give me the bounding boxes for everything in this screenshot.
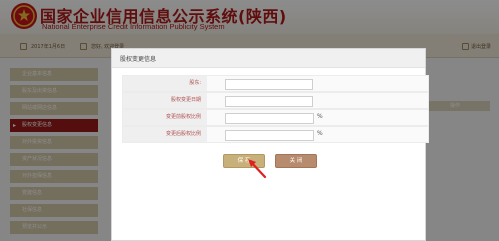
shareholder-input[interactable] [225,79,313,90]
ratio-before-percent: % [317,113,323,120]
ratio-after-input[interactable] [225,130,314,141]
change-date-label: 股权变更日期 [123,93,207,108]
ratio-after-label: 变更后股权比例 [123,127,207,142]
ratio-after-percent: % [317,130,323,137]
change-date-input[interactable] [225,96,313,107]
form-row-shareholder: 股东: [122,75,429,92]
pointer-arrow-icon [248,159,267,179]
ratio-before-input[interactable] [225,113,314,124]
close-button[interactable]: 关 闭 [275,154,317,168]
ratio-before-label: 变更前股权比例 [123,110,207,125]
dialog-title: 股权变更信息 [120,56,157,63]
dialog-header: 股权变更信息 [112,49,425,68]
form-row-ratio-after: 变更后股权比例 % [122,126,429,143]
shareholder-label: 股东: [123,76,207,91]
form-row-change-date: 股权变更日期 [122,92,429,109]
equity-change-dialog: 股权变更信息 股东: 股权变更日期 变更前股权比例 % 变更后股权比例 % 保 … [111,48,429,241]
form-row-ratio-before: 变更前股权比例 % [122,109,429,126]
